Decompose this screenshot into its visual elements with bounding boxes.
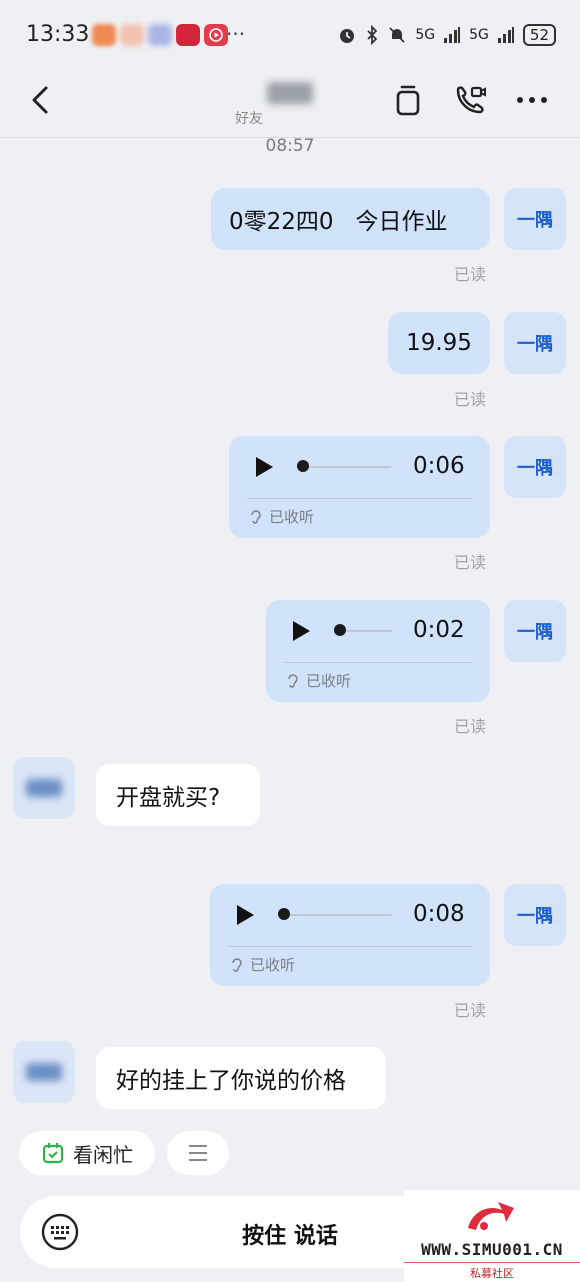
- busy-status-label: 看闲忙: [73, 1142, 133, 1167]
- watermark-sub-text: 私募社区: [404, 1262, 580, 1281]
- voice-divider: [284, 662, 472, 663]
- app-notification-icon: [148, 24, 172, 46]
- play-icon[interactable]: [290, 620, 312, 642]
- play-icon[interactable]: [234, 904, 256, 926]
- message-text: 19.95: [406, 330, 472, 356]
- app-notification-icon: [176, 24, 200, 46]
- chat-title: 海明: [0, 78, 580, 104]
- message-bubble-outgoing[interactable]: 19.95: [388, 312, 490, 374]
- copy-icon[interactable]: [390, 82, 426, 118]
- ear-icon: [251, 509, 261, 524]
- voice-progress-track[interactable]: [299, 466, 391, 468]
- video-call-icon[interactable]: [452, 82, 488, 118]
- voice-message-bubble[interactable]: 0:02 已收听: [266, 600, 490, 702]
- voice-divider: [228, 946, 472, 947]
- contact-avatar[interactable]: [13, 1041, 75, 1103]
- more-icon[interactable]: [514, 82, 550, 118]
- busy-status-chip[interactable]: 看闲忙: [19, 1131, 155, 1175]
- message-timestamp: 08:57: [265, 136, 315, 156]
- contact-avatar[interactable]: [13, 757, 75, 819]
- heard-status: 已收听: [249, 506, 314, 527]
- self-avatar[interactable]: 一隅: [504, 312, 566, 374]
- voice-progress-handle[interactable]: [334, 624, 346, 636]
- voice-message-bubble[interactable]: 0:06 已收听: [229, 436, 490, 538]
- voice-duration: 0:02: [413, 617, 465, 643]
- ear-icon: [232, 957, 242, 972]
- read-status: 已读: [454, 717, 487, 736]
- signal-icon: [497, 27, 514, 43]
- self-avatar[interactable]: 一隅: [504, 188, 566, 250]
- mute-bell-icon: [389, 27, 406, 43]
- ear-icon: [288, 673, 298, 688]
- message-text: 开盘就买?: [116, 785, 221, 811]
- network-5g-label: 5G: [469, 27, 489, 43]
- voice-progress-track[interactable]: [282, 914, 392, 916]
- video-app-icon: [204, 24, 228, 46]
- message-text: 好的挂上了你说的价格: [116, 1068, 346, 1094]
- play-icon[interactable]: [253, 456, 275, 478]
- self-avatar[interactable]: 一隅: [504, 600, 566, 662]
- chat-title-text: 海明: [267, 82, 313, 104]
- read-status: 已读: [454, 1001, 487, 1020]
- app-notification-icon: [92, 24, 116, 46]
- status-app-icons: [92, 24, 228, 46]
- menu-lines-icon: [189, 1145, 207, 1161]
- heard-status: 已收听: [230, 954, 295, 975]
- voice-progress-track[interactable]: [338, 630, 392, 632]
- voice-duration: 0:08: [413, 901, 465, 927]
- alarm-icon: [340, 29, 355, 43]
- message-bubble-incoming[interactable]: 开盘就买?: [96, 764, 260, 826]
- signal-icon: [444, 27, 461, 43]
- message-bubble-incoming[interactable]: 好的挂上了你说的价格: [96, 1047, 386, 1109]
- status-time: 13:33: [26, 22, 90, 47]
- network-5g-label: 5G: [415, 27, 436, 43]
- message-text: 0零22四0 今日作业: [229, 209, 448, 235]
- read-status: 已读: [454, 265, 487, 284]
- voice-duration: 0:06: [413, 453, 465, 479]
- watermark-site-text: WWW.SIMU001.CN: [421, 1240, 563, 1259]
- heard-status: 已收听: [286, 670, 351, 691]
- site-watermark: WWW.SIMU001.CN 私募社区: [404, 1190, 580, 1282]
- status-right: 5G 5G 52: [337, 24, 556, 46]
- app-notification-icon: [120, 24, 144, 46]
- bluetooth-icon: [367, 25, 378, 45]
- voice-divider: [247, 498, 472, 499]
- self-avatar[interactable]: 一隅: [504, 436, 566, 498]
- menu-chip[interactable]: [167, 1131, 229, 1175]
- watermark-logo-icon: [468, 1202, 514, 1230]
- voice-progress-handle[interactable]: [297, 460, 309, 472]
- voice-message-bubble[interactable]: 0:08 已收听: [210, 884, 490, 986]
- status-more-icon: ···: [226, 22, 246, 46]
- voice-progress-handle[interactable]: [278, 908, 290, 920]
- battery-indicator: 52: [522, 24, 556, 46]
- read-status: 已读: [454, 390, 487, 409]
- message-bubble-outgoing[interactable]: 0零22四0 今日作业: [211, 188, 490, 250]
- self-avatar[interactable]: 一隅: [504, 884, 566, 946]
- calendar-check-icon: [42, 1143, 64, 1164]
- read-status: 已读: [454, 553, 487, 572]
